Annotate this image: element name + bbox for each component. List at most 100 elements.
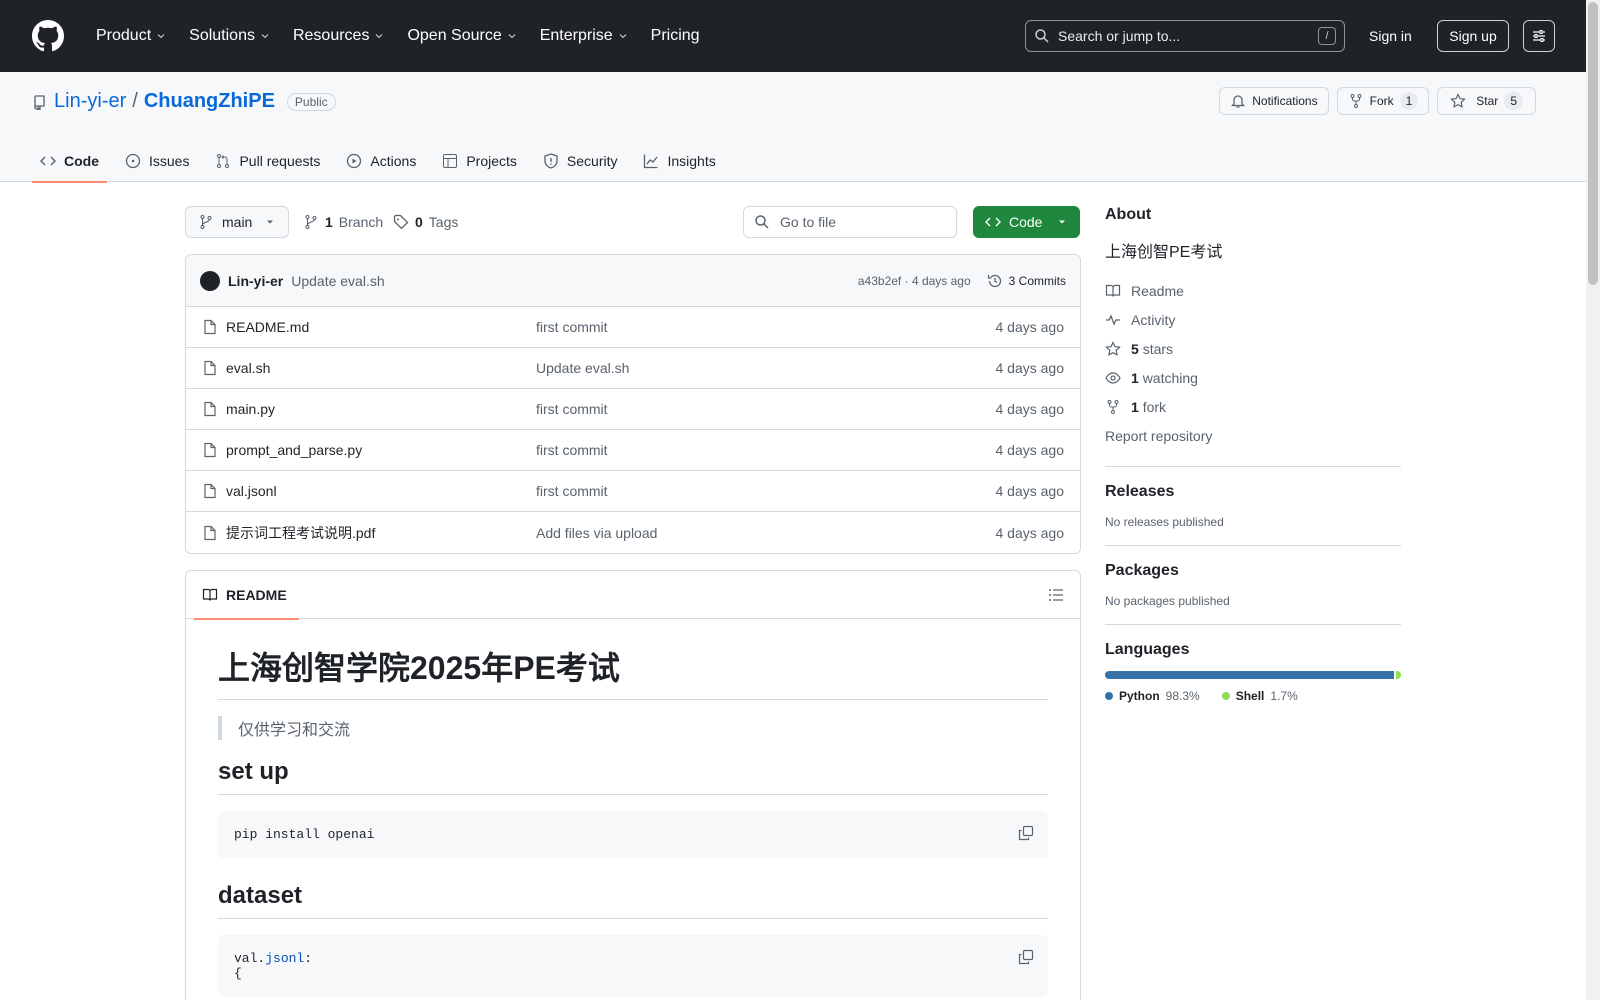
sidebar-watching-link[interactable]: 1 watching xyxy=(1105,363,1401,392)
file-row[interactable]: README.md first commit 4 days ago xyxy=(186,307,1080,348)
file-commit-message[interactable]: first commit xyxy=(536,401,996,417)
nav-solutions[interactable]: Solutions xyxy=(181,20,279,52)
sidebar-stars-link[interactable]: 5 stars xyxy=(1105,334,1401,363)
packages-title[interactable]: Packages xyxy=(1105,562,1401,580)
file-icon xyxy=(204,483,216,499)
star-counter: 5 xyxy=(1504,92,1523,110)
fork-button[interactable]: Fork 1 xyxy=(1336,87,1430,115)
file-name-link[interactable]: prompt_and_parse.py xyxy=(226,442,362,458)
sidebar-forks-link[interactable]: 1 fork xyxy=(1105,392,1401,421)
commits-history-link[interactable]: 3 Commits xyxy=(987,273,1066,289)
file-commit-message[interactable]: first commit xyxy=(536,483,996,499)
scrollbar-thumb[interactable] xyxy=(1588,2,1598,285)
branches-count: 1 xyxy=(325,214,333,230)
copy-icon[interactable] xyxy=(1018,825,1034,841)
releases-title[interactable]: Releases xyxy=(1105,483,1401,501)
file-commit-message[interactable]: Update eval.sh xyxy=(536,360,996,376)
nav-enterprise[interactable]: Enterprise xyxy=(532,20,637,52)
commit-author-link[interactable]: Lin-yi-er xyxy=(228,273,283,289)
report-repository-link[interactable]: Report repository xyxy=(1105,421,1401,450)
file-age: 4 days ago xyxy=(995,524,1065,541)
file-name-link[interactable]: 提示词工程考试说明.pdf xyxy=(226,523,375,543)
code-icon xyxy=(985,217,1001,227)
page-scrollbar[interactable] xyxy=(1586,0,1600,1000)
file-commit-message[interactable]: first commit xyxy=(536,442,996,458)
code-icon xyxy=(40,156,56,166)
file-name-link[interactable]: README.md xyxy=(226,319,309,335)
readme-heading-setup: set up xyxy=(218,758,1048,795)
language-shell[interactable]: Shell 1.7% xyxy=(1221,689,1298,703)
commit-message-link[interactable]: Update eval.sh xyxy=(291,273,384,289)
settings-menu-button[interactable] xyxy=(1523,20,1555,52)
sign-in-link[interactable]: Sign in xyxy=(1365,20,1416,52)
language-color-dot xyxy=(1105,692,1113,700)
repo-name-link[interactable]: ChuangZhiPE xyxy=(144,90,275,113)
watching-count: 1 xyxy=(1131,369,1139,386)
global-header: Product Solutions Resources Open Source … xyxy=(0,0,1586,72)
file-icon xyxy=(204,319,216,335)
file-name-link[interactable]: val.jsonl xyxy=(226,483,277,499)
language-color-dot xyxy=(1221,692,1230,700)
latest-commit-row: Lin-yi-er Update eval.sh a43b2ef · 4 day… xyxy=(186,255,1080,307)
book-icon xyxy=(202,588,218,601)
book-icon xyxy=(1105,284,1121,297)
language-bar-segment-python xyxy=(1105,671,1394,679)
repo-sidebar: About 上海创智PE考试 Readme Activity 5 stars 1… xyxy=(1105,206,1401,703)
tab-actions[interactable]: Actions xyxy=(338,140,424,182)
file-row[interactable]: prompt_and_parse.py first commit 4 days … xyxy=(186,430,1080,471)
releases-empty: No releases published xyxy=(1105,515,1224,529)
tags-link[interactable]: 0 Tags xyxy=(393,206,458,238)
file-icon xyxy=(204,525,216,540)
language-name: Python xyxy=(1119,689,1160,703)
nav-open-source-label: Open Source xyxy=(407,27,502,44)
tab-insights[interactable]: Insights xyxy=(635,140,723,182)
visibility-badge: Public xyxy=(286,92,336,111)
file-row[interactable]: 提示词工程考试说明.pdf Add files via upload 4 day… xyxy=(186,512,1080,553)
pulse-icon xyxy=(1106,313,1120,326)
code-dataset-suffix: : xyxy=(304,951,313,966)
eye-icon xyxy=(1105,371,1121,384)
file-commit-message[interactable]: first commit xyxy=(536,319,996,335)
branch-selector[interactable]: main xyxy=(185,206,289,238)
file-name-link[interactable]: main.py xyxy=(226,401,275,417)
nav-pricing-label: Pricing xyxy=(650,27,700,44)
language-python[interactable]: Python 98.3% xyxy=(1105,689,1200,703)
go-to-file-input[interactable]: Go to file xyxy=(743,206,957,238)
nav-pricing[interactable]: Pricing xyxy=(643,20,708,52)
nav-product[interactable]: Product xyxy=(88,20,175,52)
file-row[interactable]: val.jsonl first commit 4 days ago xyxy=(186,471,1080,512)
commit-meta: a43b2ef · 4 days ago 3 Commits xyxy=(858,273,1066,289)
tab-security[interactable]: Security xyxy=(535,140,626,182)
tab-pull-requests[interactable]: Pull requests xyxy=(207,140,328,182)
star-label: Star xyxy=(1476,94,1499,108)
commit-hash-link[interactable]: a43b2ef xyxy=(858,274,901,288)
repo-owner-link[interactable]: Lin-yi-er xyxy=(54,90,126,113)
code-dropdown-button[interactable]: Code xyxy=(973,206,1080,238)
nav-resources[interactable]: Resources xyxy=(285,20,393,52)
file-commit-message[interactable]: Add files via upload xyxy=(536,525,996,541)
file-row[interactable]: main.py first commit 4 days ago xyxy=(186,389,1080,430)
notifications-button[interactable]: Notifications xyxy=(1219,87,1329,115)
global-search-input[interactable]: Search or jump to... / xyxy=(1025,20,1345,52)
sliders-icon xyxy=(1533,30,1545,42)
tab-insights-label: Insights xyxy=(667,153,716,169)
star-button[interactable]: Star 5 xyxy=(1437,87,1536,115)
file-name-link[interactable]: eval.sh xyxy=(226,360,270,376)
avatar[interactable] xyxy=(200,270,220,291)
github-logo-icon[interactable] xyxy=(32,20,64,52)
triangle-down-icon xyxy=(267,220,273,224)
about-title: About xyxy=(1105,206,1152,223)
tab-code[interactable]: Code xyxy=(32,140,107,183)
sign-up-button[interactable]: Sign up xyxy=(1437,20,1509,52)
tab-projects[interactable]: Projects xyxy=(434,140,525,182)
fork-icon xyxy=(1350,94,1362,108)
nav-open-source[interactable]: Open Source xyxy=(399,20,525,52)
sidebar-activity-link[interactable]: Activity xyxy=(1105,305,1401,334)
tab-issues[interactable]: Issues xyxy=(117,140,197,182)
copy-icon[interactable] xyxy=(1018,949,1034,965)
branches-link[interactable]: 1 Branch xyxy=(303,206,383,238)
list-unordered-icon[interactable] xyxy=(1048,587,1064,603)
file-row[interactable]: eval.sh Update eval.sh 4 days ago xyxy=(186,348,1080,389)
sidebar-readme-link[interactable]: Readme xyxy=(1105,276,1401,305)
readme-tab[interactable]: README xyxy=(194,571,299,620)
